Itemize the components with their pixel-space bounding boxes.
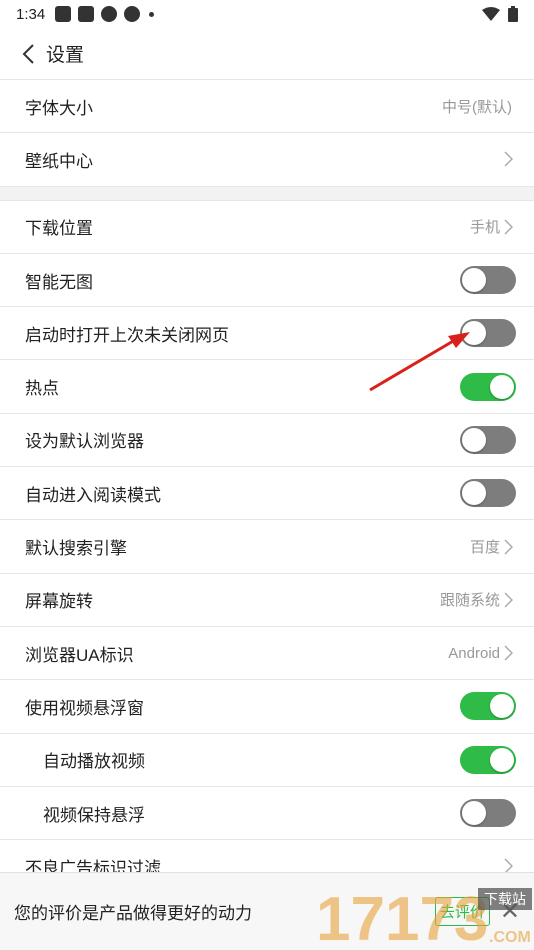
setting-video-float: 使用视频悬浮窗 (0, 680, 534, 734)
setting-reader-mode: 自动进入阅读模式 (0, 467, 534, 521)
status-bar: 1:34 (0, 0, 534, 28)
setting-download-location[interactable]: 下载位置 手机 (0, 201, 534, 254)
setting-search-engine[interactable]: 默认搜索引擎 百度 (0, 520, 534, 574)
rating-bar: 您的评价是产品做得更好的动力 去评价 ✕ (0, 872, 534, 950)
setting-screen-rotation[interactable]: 屏幕旋转 跟随系统 (0, 574, 534, 627)
setting-label: 下载位置 (25, 219, 93, 239)
setting-hotspot: 热点 (0, 360, 534, 414)
setting-label: 使用视频悬浮窗 (25, 698, 144, 718)
setting-wallpaper[interactable]: 壁纸中心 (0, 133, 534, 187)
toggle-switch[interactable] (460, 745, 516, 774)
setting-restore-tabs: 启动时打开上次未关闭网页 (0, 307, 534, 361)
notification-dot-icon (149, 11, 155, 17)
setting-autoplay-video: 自动播放视频 (0, 734, 534, 787)
toggle-switch[interactable] (460, 799, 516, 827)
setting-label: 浏览器UA标识 (25, 645, 134, 665)
setting-label: 智能无图 (25, 272, 93, 292)
setting-label: 自动进入阅读模式 (25, 485, 161, 505)
setting-label: 设为默认浏览器 (25, 432, 144, 452)
setting-value: 手机 (469, 219, 500, 237)
close-icon[interactable]: ✕ (500, 897, 520, 926)
section-divider (0, 186, 534, 201)
qq-icon (55, 6, 72, 22)
setting-label: 热点 (25, 379, 59, 399)
setting-value: Android (448, 644, 500, 662)
wifi-icon (482, 7, 500, 21)
setting-label: 壁纸中心 (25, 151, 93, 171)
setting-font-size[interactable]: 字体大小 中号(默认) (0, 80, 534, 134)
setting-label: 启动时打开上次未关闭网页 (25, 325, 229, 345)
chevron-right-icon (504, 150, 516, 168)
chevron-right-icon (504, 538, 516, 556)
setting-value: 跟随系统 (439, 592, 500, 610)
setting-label: 自动播放视频 (43, 752, 145, 772)
rate-button[interactable]: 去评价 (434, 897, 490, 926)
setting-default-browser: 设为默认浏览器 (0, 414, 534, 468)
setting-label: 屏幕旋转 (25, 592, 93, 612)
title-bar: 设置 (0, 28, 534, 80)
page-title: 设置 (46, 45, 85, 66)
setting-video-keep-float: 视频保持悬浮 (0, 787, 534, 841)
battery-icon (508, 6, 518, 22)
toggle-switch[interactable] (460, 319, 516, 348)
back-button[interactable] (16, 42, 40, 66)
setting-label: 视频保持悬浮 (43, 805, 145, 825)
chevron-right-icon (504, 218, 516, 236)
setting-value: 中号(默认) (442, 98, 512, 116)
chevron-right-icon (504, 644, 516, 662)
setting-value: 百度 (469, 539, 500, 557)
toggle-switch[interactable] (460, 479, 516, 508)
toggle-switch[interactable] (460, 425, 516, 454)
setting-label: 默认搜索引擎 (25, 539, 127, 559)
app-icon (78, 6, 95, 22)
chevron-left-icon (22, 43, 34, 64)
setting-smart-no-image: 智能无图 (0, 254, 534, 308)
toggle-switch[interactable] (460, 372, 516, 401)
rating-prompt: 您的评价是产品做得更好的动力 (14, 904, 252, 923)
sync-icon-2 (124, 6, 141, 22)
setting-ua[interactable]: 浏览器UA标识 Android (0, 627, 534, 681)
toggle-switch[interactable] (460, 266, 516, 295)
toggle-switch[interactable] (460, 692, 516, 721)
status-time: 1:34 (16, 5, 46, 23)
chevron-right-icon (504, 591, 516, 609)
setting-label: 字体大小 (25, 98, 93, 118)
sync-icon (101, 6, 118, 22)
settings-list: 字体大小 中号(默认) 壁纸中心 下载位置 手机 智能无图 启动时打开上次未关闭网页… (0, 80, 534, 894)
